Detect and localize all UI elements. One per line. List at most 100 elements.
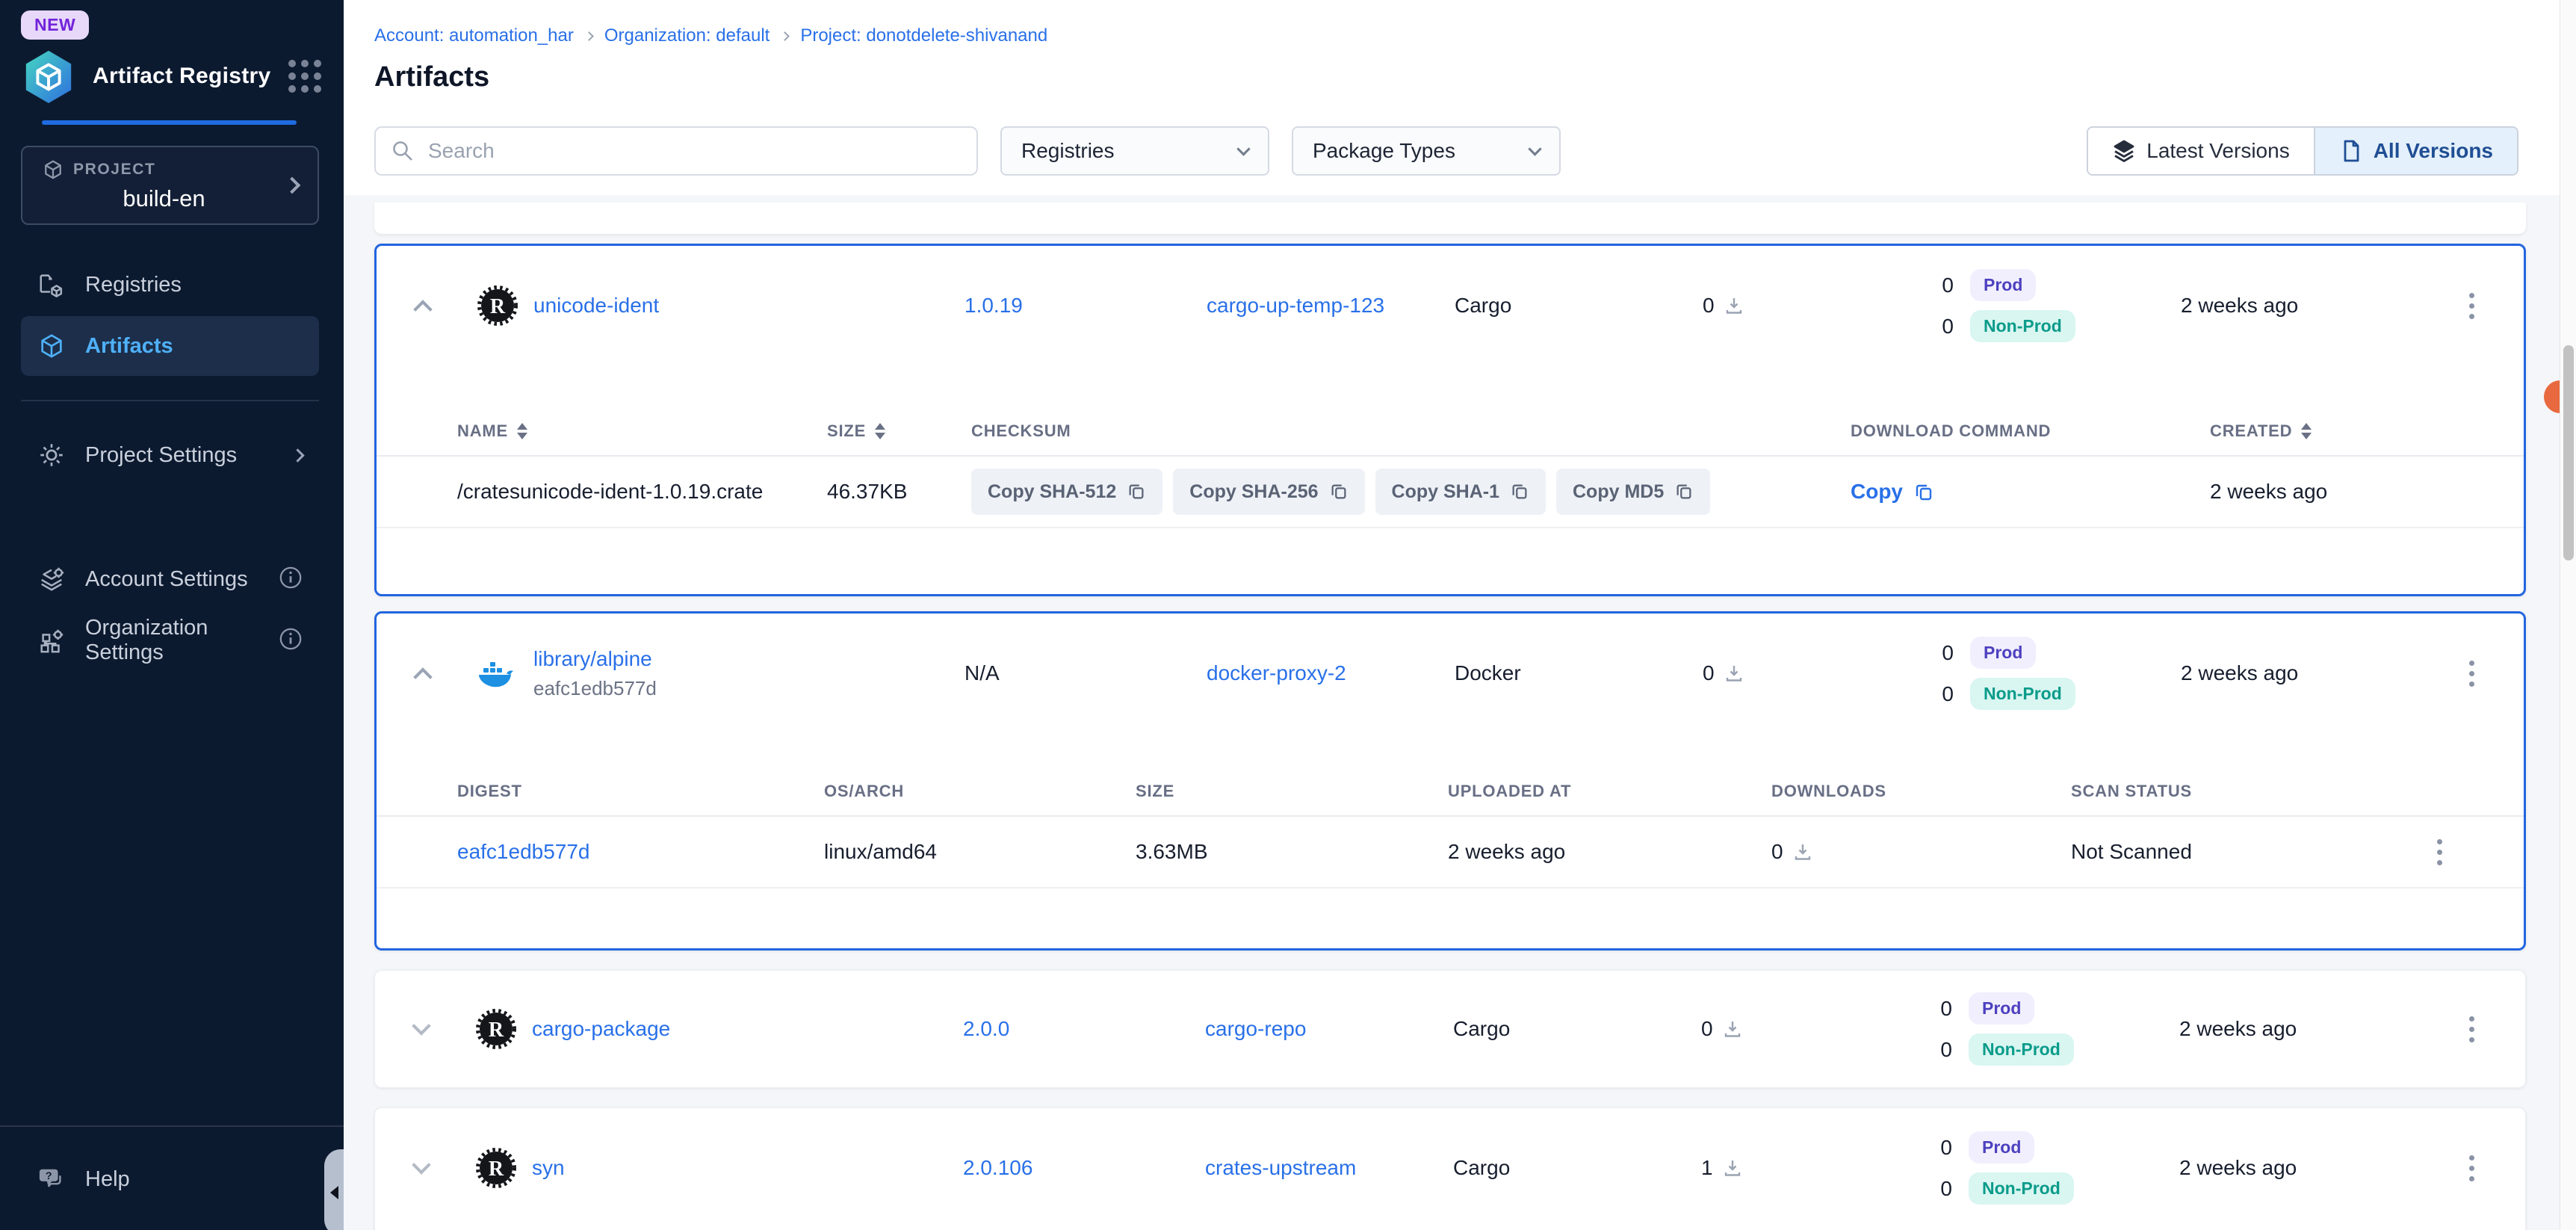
copy-download-command-link[interactable]: Copy (1851, 480, 2210, 504)
chevron-down-icon (1528, 142, 1541, 155)
nonprod-badge: Non-Prod (1970, 678, 2075, 710)
artifact-name-link[interactable]: unicode-ident (533, 294, 659, 318)
chevron-down-icon (1236, 142, 1250, 155)
module-grid-icon[interactable] (288, 60, 321, 93)
artifact-updated: 2 weeks ago (2179, 1017, 2418, 1041)
sidebar-item-label: Artifacts (85, 334, 173, 359)
artifact-registry-link[interactable]: docker-proxy-2 (1207, 661, 1455, 685)
artifact-version-link[interactable]: 2.0.0 (963, 1017, 1205, 1041)
copy-md5-button[interactable]: Copy MD5 (1556, 469, 1710, 515)
breadcrumb-account-link[interactable]: Account: automation_har (374, 25, 574, 46)
project-name: build-en (42, 185, 286, 212)
nonprod-badge: Non-Prod (1970, 310, 2075, 342)
download-icon (1724, 295, 1744, 316)
sidebar-item-label: Project Settings (85, 443, 237, 468)
cargo-rust-icon: R (475, 1008, 517, 1050)
copy-sha-1-button[interactable]: Copy SHA-1 (1375, 469, 1546, 515)
sidebar-item-account-settings[interactable]: Account Settings (21, 549, 319, 609)
latest-versions-label: Latest Versions (2146, 139, 2289, 163)
breadcrumb-separator-icon (584, 31, 594, 41)
all-versions-button[interactable]: All Versions (2314, 128, 2517, 174)
prod-deployment-count: 0 (1933, 997, 1952, 1021)
cargo-rust-icon: R (477, 285, 518, 327)
artifact-package-type: Cargo (1455, 294, 1703, 318)
files-table-header: NAME SIZE CHECKSUM DOWNLOAD COMMAND CREA… (377, 407, 2524, 457)
sort-icon[interactable] (2301, 423, 2312, 439)
info-icon[interactable] (279, 627, 303, 655)
column-header-checksum: CHECKSUM (971, 421, 1071, 441)
digest-link[interactable]: eafc1edb577d (457, 840, 824, 864)
artifact-download-count: 0 (1703, 661, 1715, 685)
artifact-download-count: 0 (1703, 294, 1715, 318)
scrollbar-thumb[interactable] (2563, 345, 2574, 560)
sidebar-item-label: Registries (85, 273, 182, 297)
artifact-registry-link[interactable]: cargo-repo (1205, 1017, 1453, 1041)
row-actions-kebab-menu[interactable] (2462, 1148, 2482, 1189)
registries-filter-dropdown[interactable]: Registries (1000, 126, 1269, 176)
main-content: Account: automation_har Organization: de… (344, 0, 2576, 1230)
artifact-name-link[interactable]: syn (532, 1156, 565, 1180)
column-header-size: SIZE (1136, 782, 1174, 801)
copy-icon (1674, 482, 1694, 501)
info-icon[interactable] (279, 566, 303, 593)
sidebar-item-label: Account Settings (85, 567, 248, 592)
artifact-registry-link[interactable]: cargo-up-temp-123 (1207, 294, 1455, 318)
artifact-name-link[interactable]: library/alpine (533, 647, 652, 670)
digest-uploaded-at: 2 weeks ago (1448, 840, 1771, 864)
row-actions-kebab-menu[interactable] (2462, 285, 2482, 327)
artifact-row: library/alpine eafc1edb577d N/A docker-p… (377, 614, 2524, 733)
expand-row-button[interactable] (393, 1019, 450, 1039)
sidebar-item-registries[interactable]: Registries (21, 255, 319, 315)
organization-settings-orgchart-gear-icon (37, 626, 66, 655)
artifact-version-link[interactable]: 1.0.19 (965, 294, 1207, 318)
nonprod-deployment-count: 0 (1934, 315, 1954, 339)
column-header-uploaded-at: UPLOADED AT (1448, 782, 1571, 801)
sidebar-item-project-settings[interactable]: Project Settings (21, 425, 319, 485)
breadcrumb-project-link[interactable]: Project: donotdelete-shivanand (800, 25, 1047, 46)
active-module-underline (42, 120, 297, 125)
artifact-registry-link[interactable]: crates-upstream (1205, 1156, 1453, 1180)
file-created: 2 weeks ago (2210, 480, 2524, 504)
page-header: Account: automation_har Organization: de… (344, 0, 2576, 93)
collapse-row-button[interactable] (394, 295, 451, 316)
artifact-name-link[interactable]: cargo-package (532, 1017, 670, 1041)
svg-text:R: R (490, 295, 506, 318)
digest-size: 3.63MB (1136, 840, 1448, 864)
latest-versions-button[interactable]: Latest Versions (2088, 128, 2313, 174)
prod-deployment-count: 0 (1933, 1136, 1952, 1160)
copy-sha-512-button[interactable]: Copy SHA-512 (971, 469, 1162, 515)
prod-badge: Prod (1970, 637, 2036, 669)
app-title: Artifact Registry (93, 64, 288, 89)
row-actions-kebab-menu[interactable] (2430, 832, 2450, 873)
sidebar-item-artifacts[interactable]: Artifacts (21, 316, 319, 376)
sidebar-nav: Registries Artifacts Project Settings (0, 253, 344, 672)
nonprod-deployment-count: 0 (1933, 1038, 1952, 1062)
package-types-filter-dropdown[interactable]: Package Types (1292, 126, 1561, 176)
sidebar-footer: ? Help (0, 1125, 344, 1230)
collapse-row-button[interactable] (394, 663, 451, 684)
row-actions-kebab-menu[interactable] (2462, 1009, 2482, 1050)
artifact-version-link[interactable]: 2.0.106 (963, 1156, 1205, 1180)
artifact-updated: 2 weeks ago (2179, 1156, 2418, 1180)
sidebar-item-organization-settings[interactable]: Organization Settings (21, 611, 319, 670)
sidebar-collapse-handle[interactable] (324, 1149, 344, 1230)
column-header-created: CREATED (2210, 421, 2292, 441)
sort-icon[interactable] (517, 423, 527, 439)
digest-row: eafc1edb577d linux/amd64 3.63MB 2 weeks … (377, 817, 2524, 888)
expand-row-button[interactable] (393, 1158, 450, 1178)
copy-icon (1127, 482, 1146, 501)
artifact-row: R unicode-ident 1.0.19 cargo-up-temp-123… (377, 246, 2524, 365)
artifact-updated: 2 weeks ago (2181, 661, 2420, 685)
sidebar-footer-divider (0, 1125, 344, 1127)
sidebar-item-label: Organization Settings (85, 616, 279, 665)
prod-deployment-count: 0 (1934, 273, 1954, 297)
row-actions-kebab-menu[interactable] (2462, 653, 2482, 694)
search-input[interactable] (374, 126, 978, 176)
breadcrumb-separator-icon (780, 31, 790, 41)
breadcrumb-organization-link[interactable]: Organization: default (604, 25, 770, 46)
prod-badge: Prod (1970, 269, 2036, 301)
sidebar-item-help[interactable]: ? Help (21, 1149, 319, 1209)
copy-sha-256-button[interactable]: Copy SHA-256 (1173, 469, 1364, 515)
sort-icon[interactable] (875, 423, 885, 439)
project-selector[interactable]: PROJECT build-en (21, 146, 319, 225)
